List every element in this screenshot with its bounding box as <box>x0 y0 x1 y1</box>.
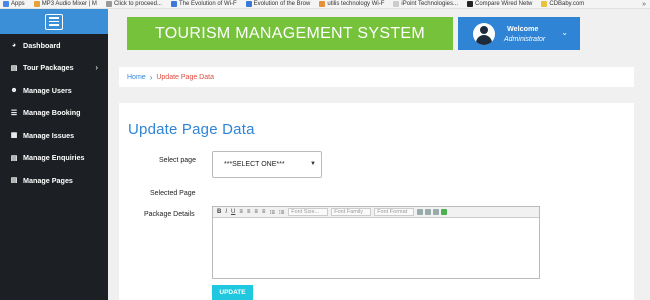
align-justify-icon[interactable]: ≡ <box>262 209 266 215</box>
align-right-icon[interactable]: ≡ <box>254 209 258 215</box>
paste-icon[interactable] <box>433 209 440 215</box>
bookmark-favicon-icon <box>33 1 40 7</box>
sidebar: ◕ Dashboard ▤ Tour Packages › ☻ Manage U… <box>0 9 108 300</box>
sidebar-header <box>0 9 108 34</box>
sidebar-item-label: Manage Pages <box>23 175 73 185</box>
breadcrumb-current: Update Page Data <box>156 73 214 81</box>
font-family-select[interactable]: Font Family <box>331 208 372 216</box>
dropdown-caret-icon: ▼ <box>310 161 316 167</box>
enquiries-icon: ▤ <box>10 154 18 162</box>
rich-text-editor[interactable]: B I U ≡ ≡ ≡ ≡ ⁝≡ ⁝≡ Font Size... Font Fa… <box>212 206 540 279</box>
bookmark-apps[interactable]: Apps <box>0 1 25 7</box>
bookmark-compare-wired[interactable]: Compare Wired Netw <box>464 1 532 7</box>
chevron-down-icon[interactable]: ⌄ <box>561 28 568 37</box>
numbered-list-icon[interactable]: ⁝≡ <box>279 209 284 216</box>
bullet-list-icon[interactable]: ⁝≡ <box>269 209 274 216</box>
sidebar-item-manage-users[interactable]: ☻ Manage Users <box>0 79 108 102</box>
app-title: TOURISM MANAGEMENT SYSTEM <box>127 17 453 50</box>
sidebar-item-label: Manage Users <box>23 85 72 95</box>
apps-icon <box>3 1 9 7</box>
sidebar-item-manage-pages[interactable]: ▤ Manage Pages <box>0 169 108 192</box>
bookmark-favicon-icon <box>466 1 473 7</box>
align-left-icon[interactable]: ≡ <box>239 209 243 215</box>
bookmark-evolution-wifi[interactable]: The Evolution of Wi-F <box>168 1 237 7</box>
sidebar-item-manage-booking[interactable]: ☰ Manage Booking <box>0 102 108 125</box>
image-icon[interactable] <box>441 209 448 215</box>
editor-toolbar: B I U ≡ ≡ ≡ ≡ ⁝≡ ⁝≡ Font Size... Font Fa… <box>213 207 539 218</box>
selected-page-label: Selected Page <box>150 190 196 197</box>
update-page-card: Update Page Data Select page ***SELECT O… <box>119 103 634 300</box>
bookmark-favicon-icon <box>170 1 177 7</box>
bookmark-cdbaby[interactable]: CDBaby.com <box>538 1 584 7</box>
font-size-select[interactable]: Font Size... <box>288 208 329 216</box>
underline-button[interactable]: U <box>231 209 235 215</box>
hamburger-menu-icon[interactable] <box>45 13 63 30</box>
editor-text-area[interactable] <box>213 218 539 279</box>
font-format-select[interactable]: Font Format <box>374 208 415 216</box>
pages-icon: ▤ <box>10 177 18 185</box>
select-page-label: Select page <box>159 157 196 164</box>
sidebar-item-dashboard[interactable]: ◕ Dashboard <box>0 34 108 57</box>
chevron-right-icon: › <box>149 72 153 82</box>
bold-button[interactable]: B <box>217 209 221 215</box>
sidebar-item-label: Manage Booking <box>23 108 81 118</box>
bookmarks-bar: Apps MP3 Audio Mixer | M Click to procee… <box>0 0 650 9</box>
user-role: Administrator <box>504 36 546 43</box>
select-page-dropdown[interactable]: ***SELECT ONE*** ▼ <box>212 151 322 178</box>
sidebar-item-tour-packages[interactable]: ▤ Tour Packages › <box>0 57 108 80</box>
sidebar-item-label: Tour Packages <box>23 63 74 73</box>
select-page-value: ***SELECT ONE*** <box>224 161 285 168</box>
copy-icon[interactable] <box>425 209 432 215</box>
align-center-icon[interactable]: ≡ <box>247 209 251 215</box>
italic-button[interactable]: I <box>225 209 227 215</box>
bookmark-favicon-icon <box>245 1 252 7</box>
bookmark-click-to-proceed[interactable]: Click to proceed... <box>103 1 162 7</box>
page-title: Update Page Data <box>128 121 255 138</box>
package-details-label: Package Details <box>144 211 195 218</box>
bookmark-mp3-mixer[interactable]: MP3 Audio Mixer | M <box>31 1 97 7</box>
booking-icon: ☰ <box>10 109 18 117</box>
bookmark-favicon-icon <box>541 1 548 7</box>
breadcrumb: Home › Update Page Data <box>119 67 634 87</box>
more-bookmarks-icon[interactable]: » <box>642 0 646 8</box>
update-button[interactable]: UPDATE <box>212 285 253 300</box>
users-icon: ☻ <box>10 86 18 94</box>
cut-icon[interactable] <box>417 209 424 215</box>
chevron-right-icon: › <box>95 63 98 73</box>
dashboard-icon: ◕ <box>11 41 17 49</box>
page-icon <box>393 1 400 7</box>
sidebar-item-label: Manage Issues <box>23 130 75 140</box>
sidebar-item-label: Dashboard <box>23 40 61 50</box>
sidebar-item-manage-issues[interactable]: ▦ Manage Issues <box>0 124 108 147</box>
issues-icon: ▦ <box>10 132 18 140</box>
bookmark-favicon-icon <box>319 1 326 7</box>
bookmark-ipoint[interactable]: iPoint Technologies... <box>390 1 458 7</box>
avatar <box>473 22 495 45</box>
sidebar-item-manage-enquiries[interactable]: ▤ Manage Enquiries <box>0 147 108 170</box>
files-icon: ▤ <box>10 64 18 72</box>
sidebar-item-label: Manage Enquiries <box>23 153 85 163</box>
page-icon <box>105 1 112 7</box>
welcome-label: Welcome <box>507 24 539 33</box>
bookmark-utilis[interactable]: utilis technology Wi-F <box>316 1 384 7</box>
user-menu[interactable]: Welcome Administrator ⌄ <box>458 17 580 50</box>
bookmark-evolution-browser[interactable]: Evolution of the Brow <box>243 1 310 7</box>
breadcrumb-home-link[interactable]: Home <box>127 74 146 81</box>
